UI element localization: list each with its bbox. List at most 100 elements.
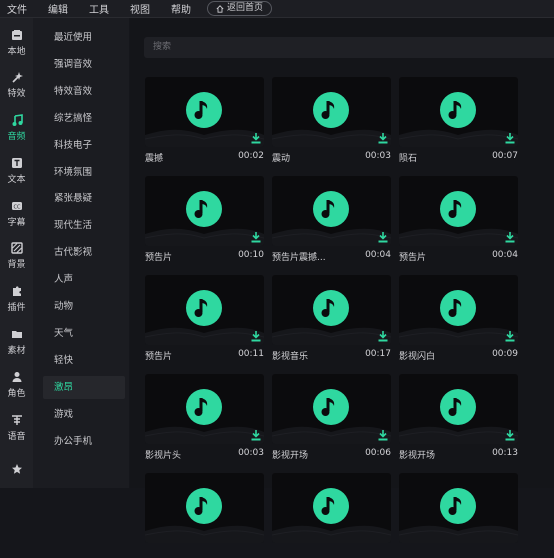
audio-card[interactable]: 震动 00:03 <box>272 77 391 164</box>
audio-thumbnail[interactable] <box>145 275 264 345</box>
download-icon[interactable] <box>378 232 388 243</box>
music-note-icon <box>440 92 476 128</box>
audio-card[interactable]: 震撼 00:02 <box>145 77 264 164</box>
audio-duration: 00:03 <box>238 448 264 458</box>
nav-item-label: 角色 <box>7 389 26 399</box>
audio-duration: 00:09 <box>492 349 518 359</box>
audio-thumbnail[interactable] <box>399 473 518 543</box>
menu-tools[interactable]: 工具 <box>89 1 109 16</box>
audio-thumbnail[interactable] <box>399 77 518 147</box>
audio-thumbnail[interactable] <box>399 374 518 444</box>
audio-thumbnail[interactable] <box>145 374 264 444</box>
download-icon[interactable] <box>505 133 515 144</box>
download-icon[interactable] <box>505 232 515 243</box>
category-item[interactable]: 人声 <box>43 268 125 291</box>
download-icon[interactable] <box>378 331 388 342</box>
download-icon[interactable] <box>251 331 261 342</box>
menu-help[interactable]: 帮助 <box>171 1 191 16</box>
audio-thumbnail[interactable] <box>272 176 391 246</box>
caption-icon: CC <box>11 202 22 210</box>
music-note-icon <box>313 488 349 524</box>
audio-thumbnail[interactable] <box>272 77 391 147</box>
category-item[interactable]: 特效音效 <box>43 80 125 103</box>
category-item[interactable]: 古代影视 <box>43 241 125 264</box>
audio-thumbnail[interactable] <box>145 473 264 543</box>
menu-edit[interactable]: 编辑 <box>48 1 68 16</box>
audio-thumbnail[interactable] <box>399 275 518 345</box>
nav-item-label: 文本 <box>7 175 26 185</box>
audio-thumbnail[interactable] <box>272 374 391 444</box>
audio-duration: 00:11 <box>238 349 264 359</box>
nav-item-material-folder[interactable]: 素材 <box>0 322 33 362</box>
category-item[interactable]: 环境氛围 <box>43 161 125 184</box>
music-note-icon <box>440 191 476 227</box>
audio-card[interactable] <box>272 473 391 558</box>
download-icon[interactable] <box>505 331 515 342</box>
audio-duration: 00:04 <box>492 250 518 260</box>
category-item[interactable]: 综艺搞怪 <box>43 107 125 130</box>
download-icon[interactable] <box>251 232 261 243</box>
audio-card[interactable]: 陨石 00:07 <box>399 77 518 164</box>
svg-text:CC: CC <box>13 204 20 210</box>
audio-thumbnail[interactable] <box>145 77 264 147</box>
search-input[interactable]: 搜索 <box>144 37 554 58</box>
audio-card[interactable] <box>145 473 264 558</box>
audio-card[interactable]: 影视闪白 00:09 <box>399 275 518 362</box>
nav-item-label: 本地 <box>7 47 26 57</box>
audio-card[interactable]: 预告片 00:10 <box>145 176 264 263</box>
audio-thumbnail[interactable] <box>145 176 264 246</box>
category-item[interactable]: 办公手机 <box>43 430 125 453</box>
audio-thumbnail[interactable] <box>399 176 518 246</box>
category-item[interactable]: 最近使用 <box>43 26 125 49</box>
nav-item-background[interactable]: 背景 <box>0 236 33 276</box>
audio-card[interactable]: 影视音乐 00:17 <box>272 275 391 362</box>
return-home-button[interactable]: 返回首页 <box>207 1 273 16</box>
nav-item-label: 音频 <box>7 132 26 142</box>
download-icon[interactable] <box>378 133 388 144</box>
nav-item-voice[interactable]: 语音 <box>0 408 33 448</box>
category-item[interactable]: 动物 <box>43 295 125 318</box>
audio-card[interactable]: 预告片震撼... 00:04 <box>272 176 391 263</box>
menu-view[interactable]: 视图 <box>130 1 150 16</box>
nav-item-label: 字幕 <box>7 218 26 228</box>
music-note-icon <box>186 290 222 326</box>
audio-card[interactable] <box>399 473 518 558</box>
magic-wand-icon <box>11 72 23 83</box>
download-icon[interactable] <box>505 430 515 441</box>
audio-card[interactable]: 预告片 00:04 <box>399 176 518 263</box>
category-item[interactable]: 游戏 <box>43 403 125 426</box>
audio-card[interactable]: 影视开场 00:06 <box>272 374 391 461</box>
puzzle-icon <box>12 286 21 296</box>
nav-item-magic-wand[interactable]: 特效 <box>0 65 33 105</box>
audio-thumbnail[interactable] <box>272 473 391 543</box>
download-icon[interactable] <box>378 430 388 441</box>
download-icon[interactable] <box>251 133 261 144</box>
music-note-icon <box>440 488 476 524</box>
audio-card[interactable]: 影视片头 00:03 <box>145 374 264 461</box>
audio-thumbnail[interactable] <box>272 275 391 345</box>
return-home-label: 返回首页 <box>227 3 264 13</box>
audio-duration: 00:06 <box>365 448 391 458</box>
nav-item-star[interactable] <box>0 450 33 490</box>
category-item[interactable]: 轻快 <box>43 349 125 372</box>
category-item[interactable]: 科技电子 <box>43 134 125 157</box>
category-item[interactable]: 紧张悬疑 <box>43 187 125 210</box>
menu-file[interactable]: 文件 <box>7 1 27 16</box>
music-note-icon <box>186 191 222 227</box>
music-note-icon <box>313 92 349 128</box>
category-item[interactable]: 天气 <box>43 322 125 345</box>
download-icon[interactable] <box>251 430 261 441</box>
nav-item-label: 插件 <box>7 303 26 313</box>
nav-item-music-note[interactable]: 音频 <box>0 108 33 148</box>
star-icon <box>11 463 22 474</box>
category-item[interactable]: 激昂 <box>43 375 125 399</box>
nav-item-caption[interactable]: CC 字幕 <box>0 194 33 234</box>
audio-card[interactable]: 预告片 00:11 <box>145 275 264 362</box>
nav-item-folder[interactable]: 本地 <box>0 23 33 63</box>
nav-item-puzzle[interactable]: 插件 <box>0 279 33 319</box>
category-item[interactable]: 现代生活 <box>43 214 125 237</box>
category-item[interactable]: 强调音效 <box>43 53 125 76</box>
nav-item-text[interactable]: 文本 <box>0 151 33 191</box>
audio-card[interactable]: 影视开场 00:13 <box>399 374 518 461</box>
nav-item-person[interactable]: 角色 <box>0 365 33 405</box>
